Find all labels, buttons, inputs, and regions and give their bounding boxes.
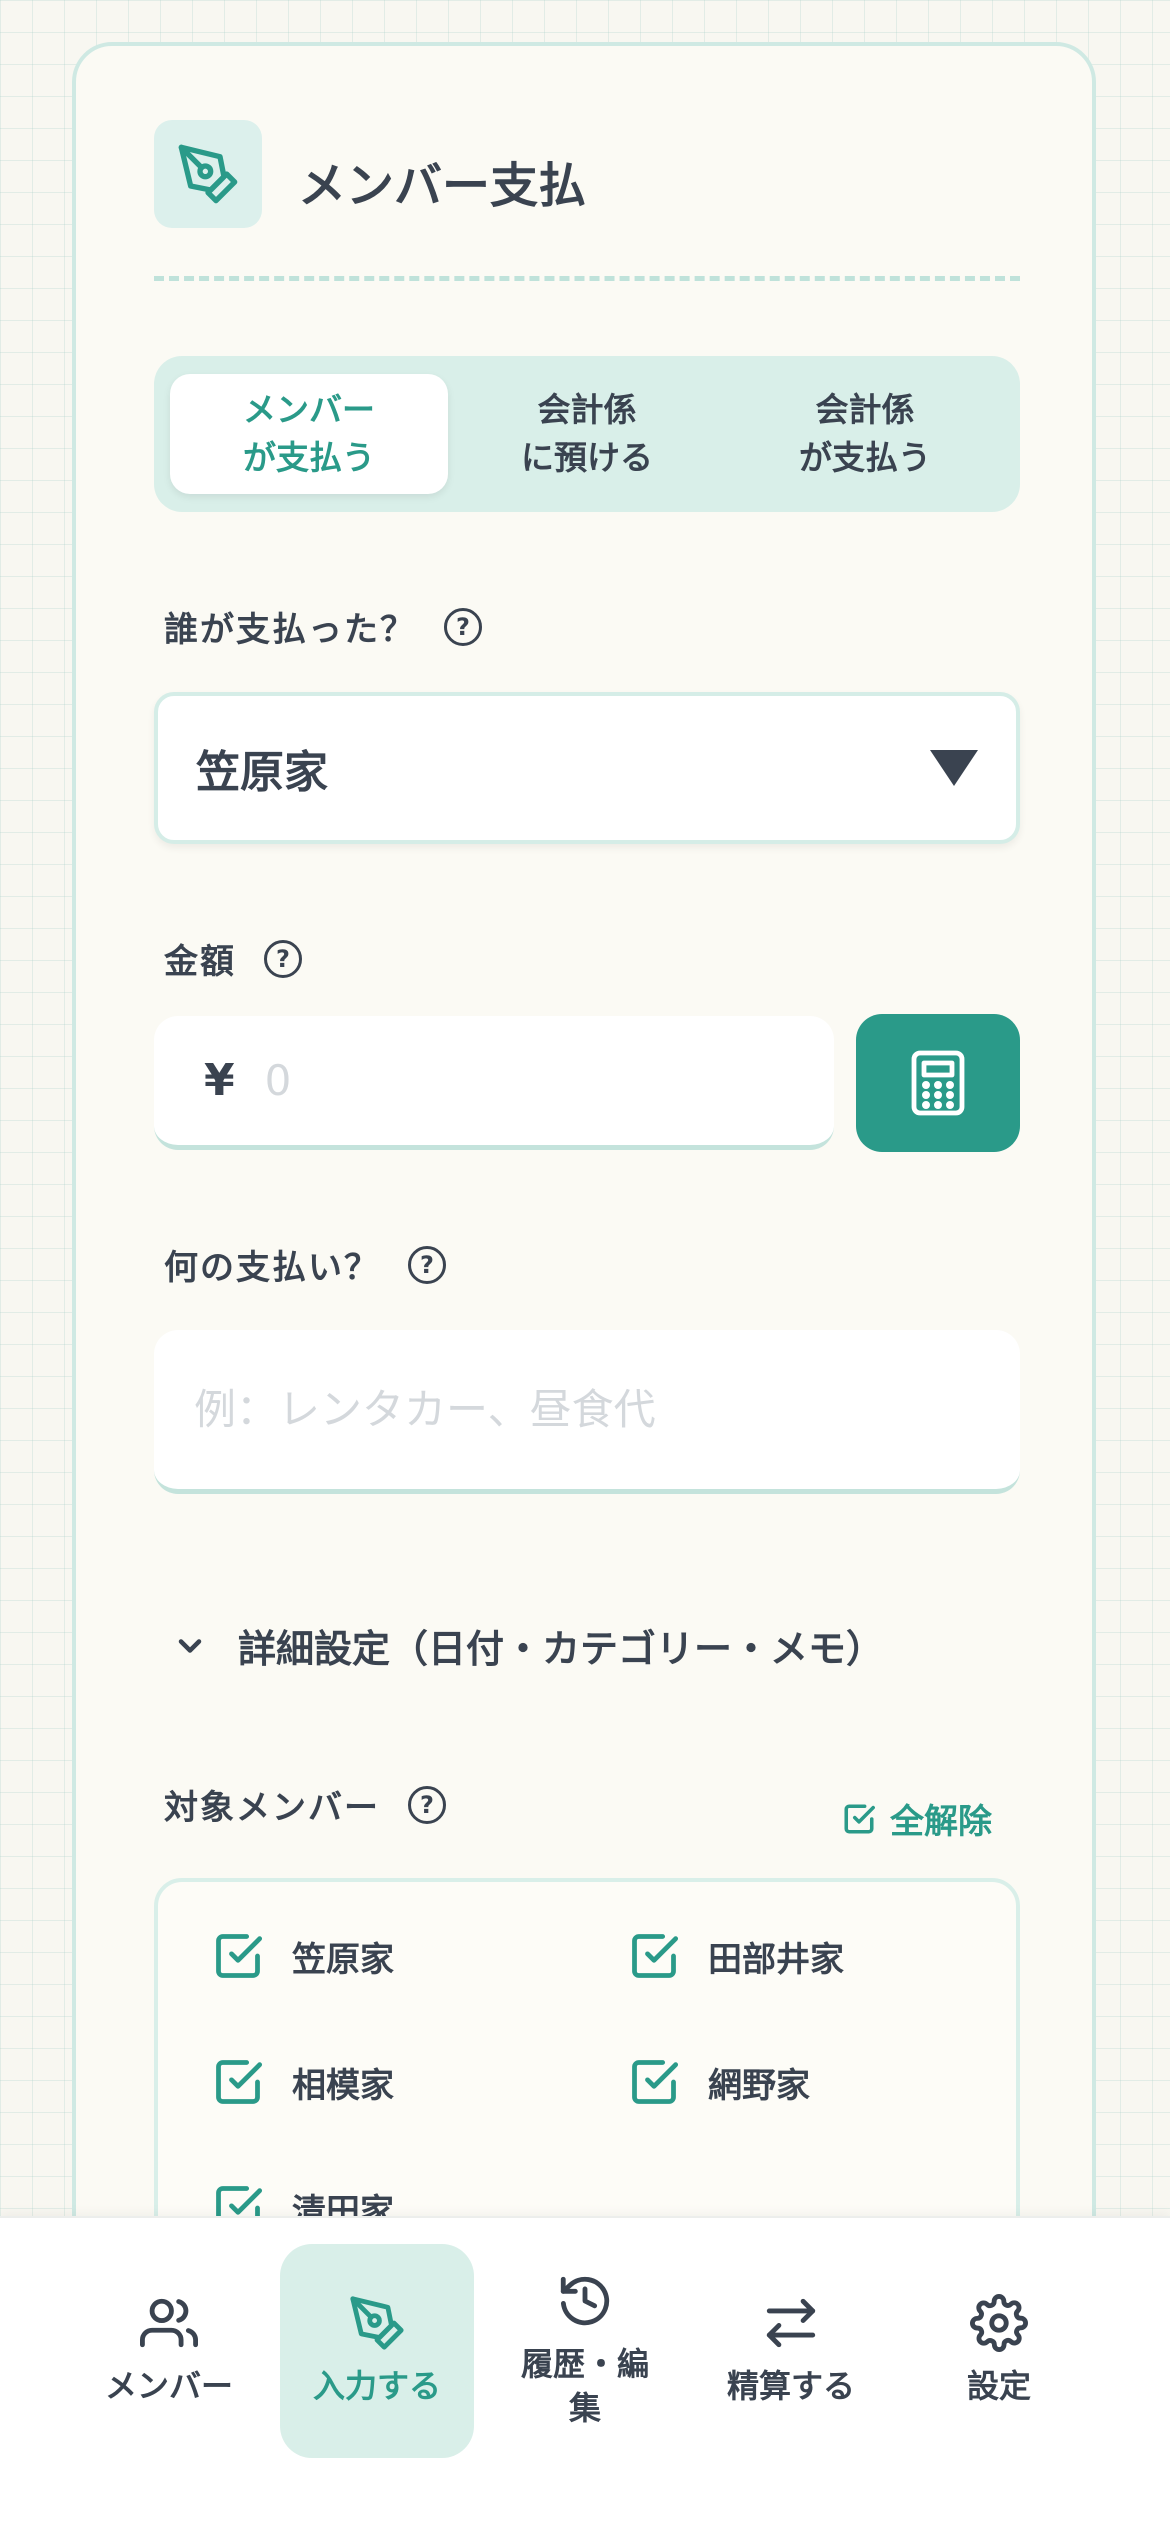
member-name: 相模家 bbox=[292, 2065, 394, 2106]
tab-label: 会計係 bbox=[815, 390, 915, 429]
nav-label: 精算する bbox=[726, 2367, 855, 2405]
payer-select[interactable]: 笠原家 bbox=[154, 692, 1020, 844]
nav-label: 入力する bbox=[312, 2367, 441, 2405]
payment-card: メンバー支払 メンバーが支払う 会計係に預ける 会計係が支払う 誰が支払った？ … bbox=[72, 42, 1096, 2342]
member-checkbox[interactable]: 笠原家 bbox=[212, 1930, 394, 1982]
member-name: 笠原家 bbox=[292, 1939, 394, 1980]
member-name: 網野家 bbox=[708, 2065, 810, 2106]
mode-segmented-control: メンバーが支払う 会計係に預ける 会計係が支払う bbox=[154, 356, 1020, 512]
targets-label: 対象メンバー ? bbox=[164, 1780, 446, 1829]
member-checkbox[interactable]: 相模家 bbox=[212, 2056, 394, 2108]
tab-label: が支払う bbox=[243, 438, 375, 477]
bottom-nav: メンバー 入力する 履歴・編集 精算する 設定 bbox=[0, 2216, 1170, 2532]
clear-all-label: 全解除 bbox=[890, 1802, 992, 1842]
calculator-icon bbox=[911, 1050, 965, 1116]
swap-icon bbox=[766, 2298, 816, 2348]
nav-label: メンバー bbox=[104, 2367, 233, 2405]
tab-label: に預ける bbox=[521, 438, 653, 477]
nav-item-settings[interactable]: 設定 bbox=[902, 2244, 1096, 2458]
nav-item-input[interactable]: 入力する bbox=[280, 2244, 474, 2458]
gear-icon bbox=[970, 2294, 1028, 2352]
help-icon[interactable]: ? bbox=[264, 939, 302, 978]
tab-treasurer-pays[interactable]: 会計係 が支払う bbox=[726, 374, 1004, 494]
member-checkbox[interactable]: 網野家 bbox=[628, 2056, 810, 2108]
payer-label-text: 誰が支払った？ bbox=[164, 610, 416, 650]
chevron-down-icon bbox=[178, 1638, 202, 1653]
dropdown-arrow-icon bbox=[930, 750, 978, 786]
description-field bbox=[154, 1330, 1020, 1494]
amount-label: 金額 ? bbox=[164, 934, 302, 983]
payer-selected-value: 笠原家 bbox=[196, 747, 328, 798]
payer-label: 誰が支払った？ ? bbox=[164, 602, 482, 651]
check-square-icon bbox=[844, 1803, 875, 1834]
checkbox-checked-icon bbox=[216, 1934, 263, 1978]
tab-label: が支払う bbox=[799, 438, 931, 477]
yen-symbol: ¥ bbox=[204, 1055, 235, 1106]
page-title: メンバー支払 bbox=[298, 158, 587, 214]
details-toggle[interactable]: 詳細設定（日付・カテゴリー・メモ） bbox=[172, 1618, 884, 1673]
checkbox-checked-icon bbox=[216, 2060, 263, 2104]
nav-label-line: 履歴・編 bbox=[520, 2345, 649, 2383]
targets-label-text: 対象メンバー bbox=[164, 1788, 380, 1828]
nav-label: 設定 bbox=[966, 2367, 1031, 2405]
help-icon[interactable]: ? bbox=[408, 1785, 446, 1824]
amount-field: ¥ bbox=[154, 1016, 834, 1150]
pen-nib-icon bbox=[350, 2296, 404, 2350]
member-name: 田部井家 bbox=[708, 1939, 844, 1980]
help-icon[interactable]: ? bbox=[408, 1245, 446, 1284]
nav-label-line: 集 bbox=[568, 2389, 601, 2427]
amount-label-text: 金額 bbox=[164, 942, 236, 982]
amount-input[interactable] bbox=[264, 1056, 834, 1105]
details-label: 詳細設定（日付・カテゴリー・メモ） bbox=[238, 1627, 885, 1671]
tab-label: 会計係 bbox=[537, 390, 637, 429]
checkbox-checked-icon bbox=[632, 2060, 679, 2104]
tab-member-pays[interactable]: メンバー が支払う bbox=[170, 374, 448, 494]
checkbox-checked-icon bbox=[632, 1934, 679, 1978]
divider bbox=[154, 276, 1020, 281]
history-icon bbox=[560, 2276, 610, 2326]
nav-item-history[interactable]: 履歴・編集 bbox=[488, 2244, 682, 2458]
nav-label: 履歴・編集 bbox=[521, 2342, 649, 2430]
pen-nib-icon bbox=[154, 120, 262, 228]
description-label: 何の支払い？ ? bbox=[164, 1240, 446, 1289]
nav-item-members[interactable]: メンバー bbox=[72, 2244, 266, 2458]
tab-label: メンバー bbox=[243, 390, 375, 429]
nav-item-settle[interactable]: 精算する bbox=[694, 2244, 888, 2458]
calculator-button[interactable] bbox=[856, 1014, 1020, 1152]
description-label-text: 何の支払い？ bbox=[164, 1248, 380, 1288]
clear-all-button[interactable]: 全解除 bbox=[842, 1794, 992, 1843]
users-icon bbox=[140, 2298, 198, 2348]
description-input[interactable] bbox=[194, 1385, 1020, 1434]
member-checkbox[interactable]: 田部井家 bbox=[628, 1930, 844, 1982]
help-icon[interactable]: ? bbox=[444, 607, 482, 646]
tab-deposit-to-treasurer[interactable]: 会計係 に預ける bbox=[448, 374, 726, 494]
